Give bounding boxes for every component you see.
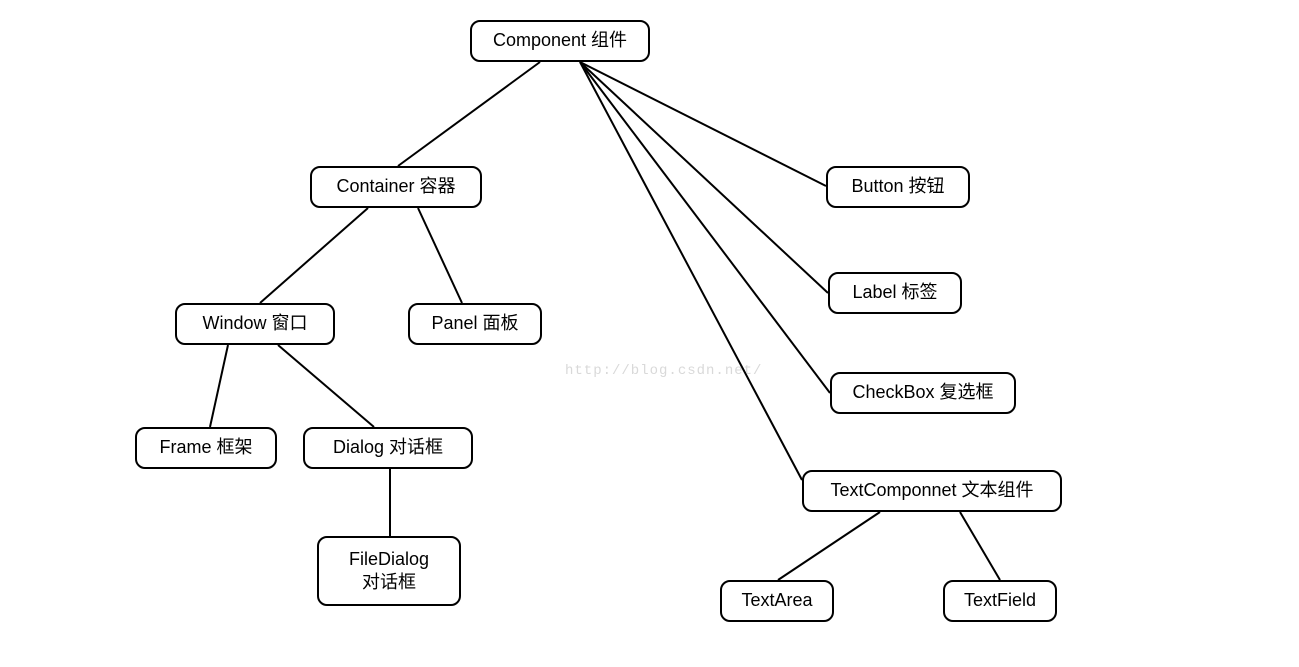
node-window: Window 窗口 <box>175 303 335 345</box>
watermark-label: http://blog.csdn.net/ <box>565 363 762 379</box>
node-panel: Panel 面板 <box>408 303 542 345</box>
watermark-text: http://blog.csdn.net/ <box>565 363 762 379</box>
node-container: Container 容器 <box>310 166 482 208</box>
node-checkbox-label: CheckBox 复选框 <box>852 381 993 404</box>
node-frame-label: Frame 框架 <box>159 436 252 459</box>
node-filedialog-label: FileDialog 对话框 <box>349 548 429 595</box>
node-panel-label: Panel 面板 <box>431 312 518 335</box>
node-textcomponent-label: TextComponnet 文本组件 <box>830 479 1033 502</box>
node-textcomponent: TextComponnet 文本组件 <box>802 470 1062 512</box>
node-component-label: Component 组件 <box>493 29 627 52</box>
node-frame: Frame 框架 <box>135 427 277 469</box>
node-button-label: Button 按钮 <box>851 175 944 198</box>
node-component: Component 组件 <box>470 20 650 62</box>
node-label: Label 标签 <box>828 272 962 314</box>
node-filedialog: FileDialog 对话框 <box>317 536 461 606</box>
node-textarea-label: TextArea <box>741 589 812 612</box>
node-textfield-label: TextField <box>964 589 1036 612</box>
node-window-label: Window 窗口 <box>202 312 307 335</box>
node-textarea: TextArea <box>720 580 834 622</box>
node-container-label: Container 容器 <box>336 175 455 198</box>
node-checkbox: CheckBox 复选框 <box>830 372 1016 414</box>
node-textfield: TextField <box>943 580 1057 622</box>
node-label-label: Label 标签 <box>852 281 937 304</box>
node-button: Button 按钮 <box>826 166 970 208</box>
node-dialog: Dialog 对话框 <box>303 427 473 469</box>
node-dialog-label: Dialog 对话框 <box>333 436 443 459</box>
